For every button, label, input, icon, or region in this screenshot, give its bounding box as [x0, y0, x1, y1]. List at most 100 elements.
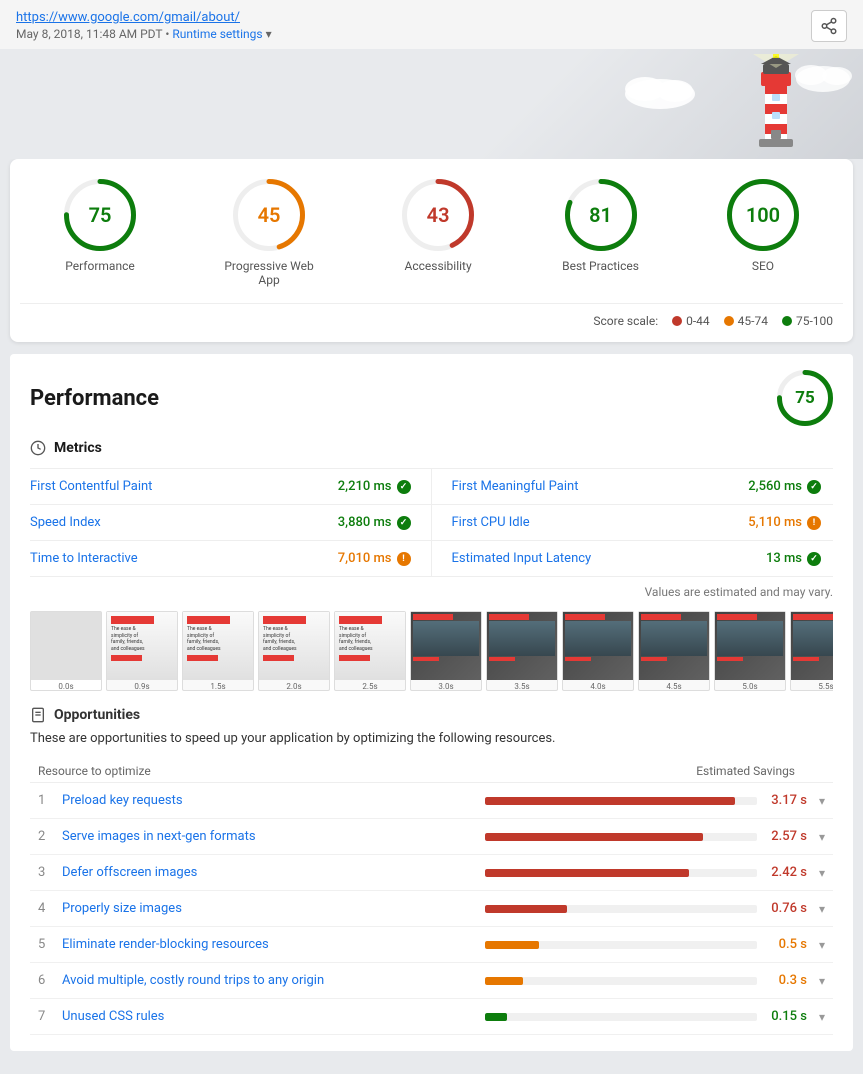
opp-num: 3	[38, 865, 62, 880]
metric-name[interactable]: First Meaningful Paint	[452, 479, 579, 494]
opportunity-row[interactable]: 2Serve images in next-gen formats2.57 s▾	[30, 819, 833, 855]
metric-name[interactable]: First Contentful Paint	[30, 479, 152, 494]
metric-status-dot: !	[807, 516, 821, 530]
metric-value-wrap: 2,210 ms✓	[338, 479, 411, 494]
score-circle-pwa: 45	[233, 179, 305, 251]
opp-bar	[485, 905, 757, 913]
opp-expand-icon[interactable]: ▾	[819, 830, 825, 844]
score-item-pwa[interactable]: 45 Progressive Web App	[224, 179, 314, 287]
opp-name[interactable]: Defer offscreen images	[62, 865, 485, 880]
score-number-seo: 100	[746, 203, 780, 227]
filmstrip-frame: The ease &simplicity offamily, friends,a…	[106, 611, 178, 691]
opp-bar-fill	[485, 977, 523, 985]
opp-time: 0.76 s	[765, 901, 807, 916]
estimated-note: Values are estimated and may vary.	[30, 585, 833, 599]
metric-row: First CPU Idle5,110 ms!	[432, 505, 834, 541]
opp-expand-icon[interactable]: ▾	[819, 794, 825, 808]
metric-name[interactable]: Estimated Input Latency	[452, 551, 592, 566]
score-item-accessibility[interactable]: 43 Accessibility	[402, 179, 474, 273]
runtime-chevron: ▾	[266, 27, 272, 41]
opportunity-row[interactable]: 3Defer offscreen images 2.42 s ▾	[30, 855, 833, 891]
metric-value: 2,210 ms	[338, 479, 392, 494]
opportunities-section: Opportunities These are opportunities to…	[30, 707, 833, 1035]
opp-bar	[485, 1013, 757, 1021]
opp-time: 0.5 s	[765, 937, 807, 952]
score-item-best-practices[interactable]: 81 Best Practices	[562, 179, 639, 273]
metrics-header: Metrics	[30, 440, 833, 456]
metric-value-wrap: 2,560 ms✓	[748, 479, 821, 494]
opp-time: 2.42 s	[765, 865, 807, 880]
header-meta: May 8, 2018, 11:48 AM PDT • Runtime sett…	[16, 27, 847, 41]
opp-savings-wrap: 2.42 s ▾	[485, 865, 825, 880]
opp-expand-icon[interactable]: ▾	[819, 866, 825, 880]
score-item-performance[interactable]: 75Performance	[64, 179, 136, 273]
scale-red-range: 0-44	[686, 314, 710, 328]
opp-expand-icon[interactable]: ▾	[819, 902, 825, 916]
scale-orange: 45-74	[724, 314, 768, 328]
opp-expand-icon[interactable]: ▾	[819, 974, 825, 988]
opp-savings-wrap: 0.76 s ▾	[485, 901, 825, 916]
document-icon	[30, 707, 46, 723]
metric-name[interactable]: Speed Index	[30, 515, 101, 530]
opp-expand-icon[interactable]: ▾	[819, 938, 825, 952]
score-label-pwa: Progressive Web App	[224, 259, 314, 287]
opp-time: 2.57 s	[765, 829, 807, 844]
opportunity-row[interactable]: 6Avoid multiple, costly round trips to a…	[30, 963, 833, 999]
opp-bar-fill	[485, 1013, 507, 1021]
score-number-performance: 75	[89, 203, 112, 227]
metric-name[interactable]: Time to Interactive	[30, 551, 138, 566]
scale-green-range: 75-100	[796, 314, 833, 328]
share-button[interactable]	[811, 10, 847, 42]
filmstrip-frame: 3.0s	[410, 611, 482, 691]
col-savings: Estimated Savings	[485, 764, 825, 778]
score-label-seo: SEO	[752, 259, 774, 273]
opportunity-row[interactable]: 4Properly size images 0.76 s ▾	[30, 891, 833, 927]
opp-name[interactable]: Unused CSS rules	[62, 1009, 485, 1024]
opp-name[interactable]: Avoid multiple, costly round trips to an…	[62, 973, 485, 988]
filmstrip: 0.0s The ease &simplicity offamily, frie…	[30, 611, 833, 691]
score-item-seo[interactable]: 100 SEO	[727, 179, 799, 273]
score-label-accessibility: Accessibility	[405, 259, 472, 273]
opp-name[interactable]: Properly size images	[62, 901, 485, 916]
opportunity-row[interactable]: 1Preload key requests3.17 s▾	[30, 783, 833, 819]
opp-num: 4	[38, 901, 62, 916]
score-label-best-practices: Best Practices	[562, 259, 639, 273]
opp-expand-icon[interactable]: ▾	[819, 1010, 825, 1024]
page-url[interactable]: https://www.google.com/gmail/about/	[16, 10, 847, 25]
metric-value: 7,010 ms	[338, 551, 392, 566]
opp-bar	[485, 797, 757, 805]
score-number-accessibility: 43	[427, 203, 450, 227]
filmstrip-frame: The ease &simplicity offamily, friends,a…	[182, 611, 254, 691]
metric-value: 2,560 ms	[748, 479, 802, 494]
opp-table-header: Resource to optimize Estimated Savings	[30, 760, 833, 783]
opp-name[interactable]: Eliminate render-blocking resources	[62, 937, 485, 952]
score-scale-label: Score scale:	[593, 314, 658, 328]
filmstrip-frame: 5.5s	[790, 611, 833, 691]
lighthouse-banner	[0, 49, 863, 159]
metric-value-wrap: 13 ms✓	[766, 551, 821, 566]
opp-bar-fill	[485, 941, 539, 949]
metrics-label: Metrics	[54, 440, 102, 456]
performance-title-text: Performance	[30, 386, 159, 411]
opp-bar	[485, 869, 757, 877]
opp-name[interactable]: Serve images in next-gen formats	[62, 829, 485, 844]
metric-row: First Meaningful Paint 2,560 ms✓	[432, 469, 834, 505]
col-resource: Resource to optimize	[38, 764, 485, 778]
performance-section: Performance 75 Metrics First Contentful …	[10, 354, 853, 1051]
opp-bar-fill	[485, 869, 689, 877]
metric-value-wrap: 3,880 ms✓	[338, 515, 411, 530]
opp-name[interactable]: Preload key requests	[62, 793, 485, 808]
opportunity-row[interactable]: 7Unused CSS rules0.15 s▾	[30, 999, 833, 1035]
metric-name[interactable]: First CPU Idle	[452, 515, 530, 530]
filmstrip-frame: 5.0s	[714, 611, 786, 691]
opp-num: 5	[38, 937, 62, 952]
opp-bar-fill	[485, 833, 703, 841]
opportunity-row[interactable]: 5Eliminate render-blocking resources 0.5 …	[30, 927, 833, 963]
scale-red: 0-44	[672, 314, 710, 328]
metric-status-dot: ✓	[397, 516, 411, 530]
filmstrip-frame: 0.0s	[30, 611, 102, 691]
score-circle-accessibility: 43	[402, 179, 474, 251]
cloud-left	[620, 69, 700, 109]
runtime-settings-link[interactable]: Runtime settings	[172, 27, 262, 41]
score-circle-best-practices: 81	[565, 179, 637, 251]
